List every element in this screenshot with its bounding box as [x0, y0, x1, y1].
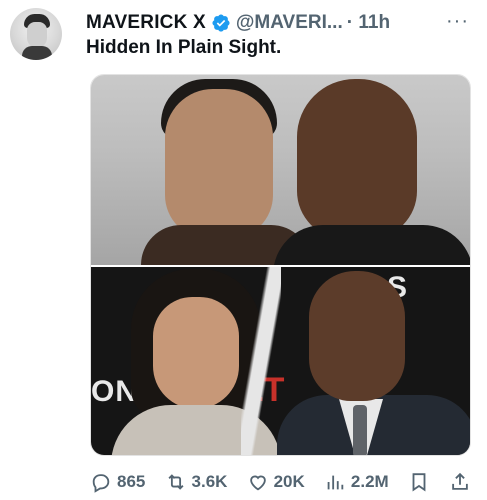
man-right-face: [297, 79, 417, 239]
avatar-neck: [22, 46, 52, 60]
bookmark-icon: [412, 473, 426, 492]
reply-count: 865: [117, 472, 146, 491]
author-avatar[interactable]: [10, 8, 62, 60]
top-photo: [91, 75, 470, 285]
like-button[interactable]: 20K: [247, 471, 305, 493]
woman-face: [153, 297, 239, 409]
share-button[interactable]: [449, 471, 471, 493]
views-button[interactable]: 2.2M: [324, 471, 389, 493]
author-handle[interactable]: @MAVERI...: [236, 12, 343, 34]
man-bottom-face: [309, 271, 405, 401]
repost-icon: [167, 474, 184, 490]
reply-icon: [92, 474, 110, 493]
view-count: 2.2M: [350, 472, 389, 491]
repost-button[interactable]: 3.6K: [165, 471, 228, 493]
man-left-face: [165, 89, 273, 239]
author-name[interactable]: MAVERICK X: [86, 12, 206, 34]
bar-chart-icon: [327, 475, 344, 490]
tweet-text: Hidden In Plain Sight.: [86, 37, 282, 58]
photo-tear: [241, 267, 281, 455]
bookmark-button[interactable]: [408, 471, 430, 493]
share-icon: [452, 472, 468, 490]
tweet-media[interactable]: ONES ET S: [90, 74, 471, 456]
like-count: 20K: [273, 472, 305, 491]
avatar-face: [27, 22, 47, 48]
tweet-timestamp[interactable]: · 11h: [347, 12, 390, 34]
verified-badge-icon: [212, 14, 230, 32]
repost-count: 3.6K: [191, 472, 228, 491]
heart-icon: [249, 475, 266, 491]
man-tie: [353, 405, 367, 455]
reply-button[interactable]: 865: [90, 471, 145, 493]
tweet-header: MAVERICK X @MAVERI... · 11h ···: [86, 11, 477, 34]
more-options-icon[interactable]: ···: [446, 11, 469, 31]
tweet-actions: 865 3.6K 20K 2.2M: [90, 470, 471, 494]
